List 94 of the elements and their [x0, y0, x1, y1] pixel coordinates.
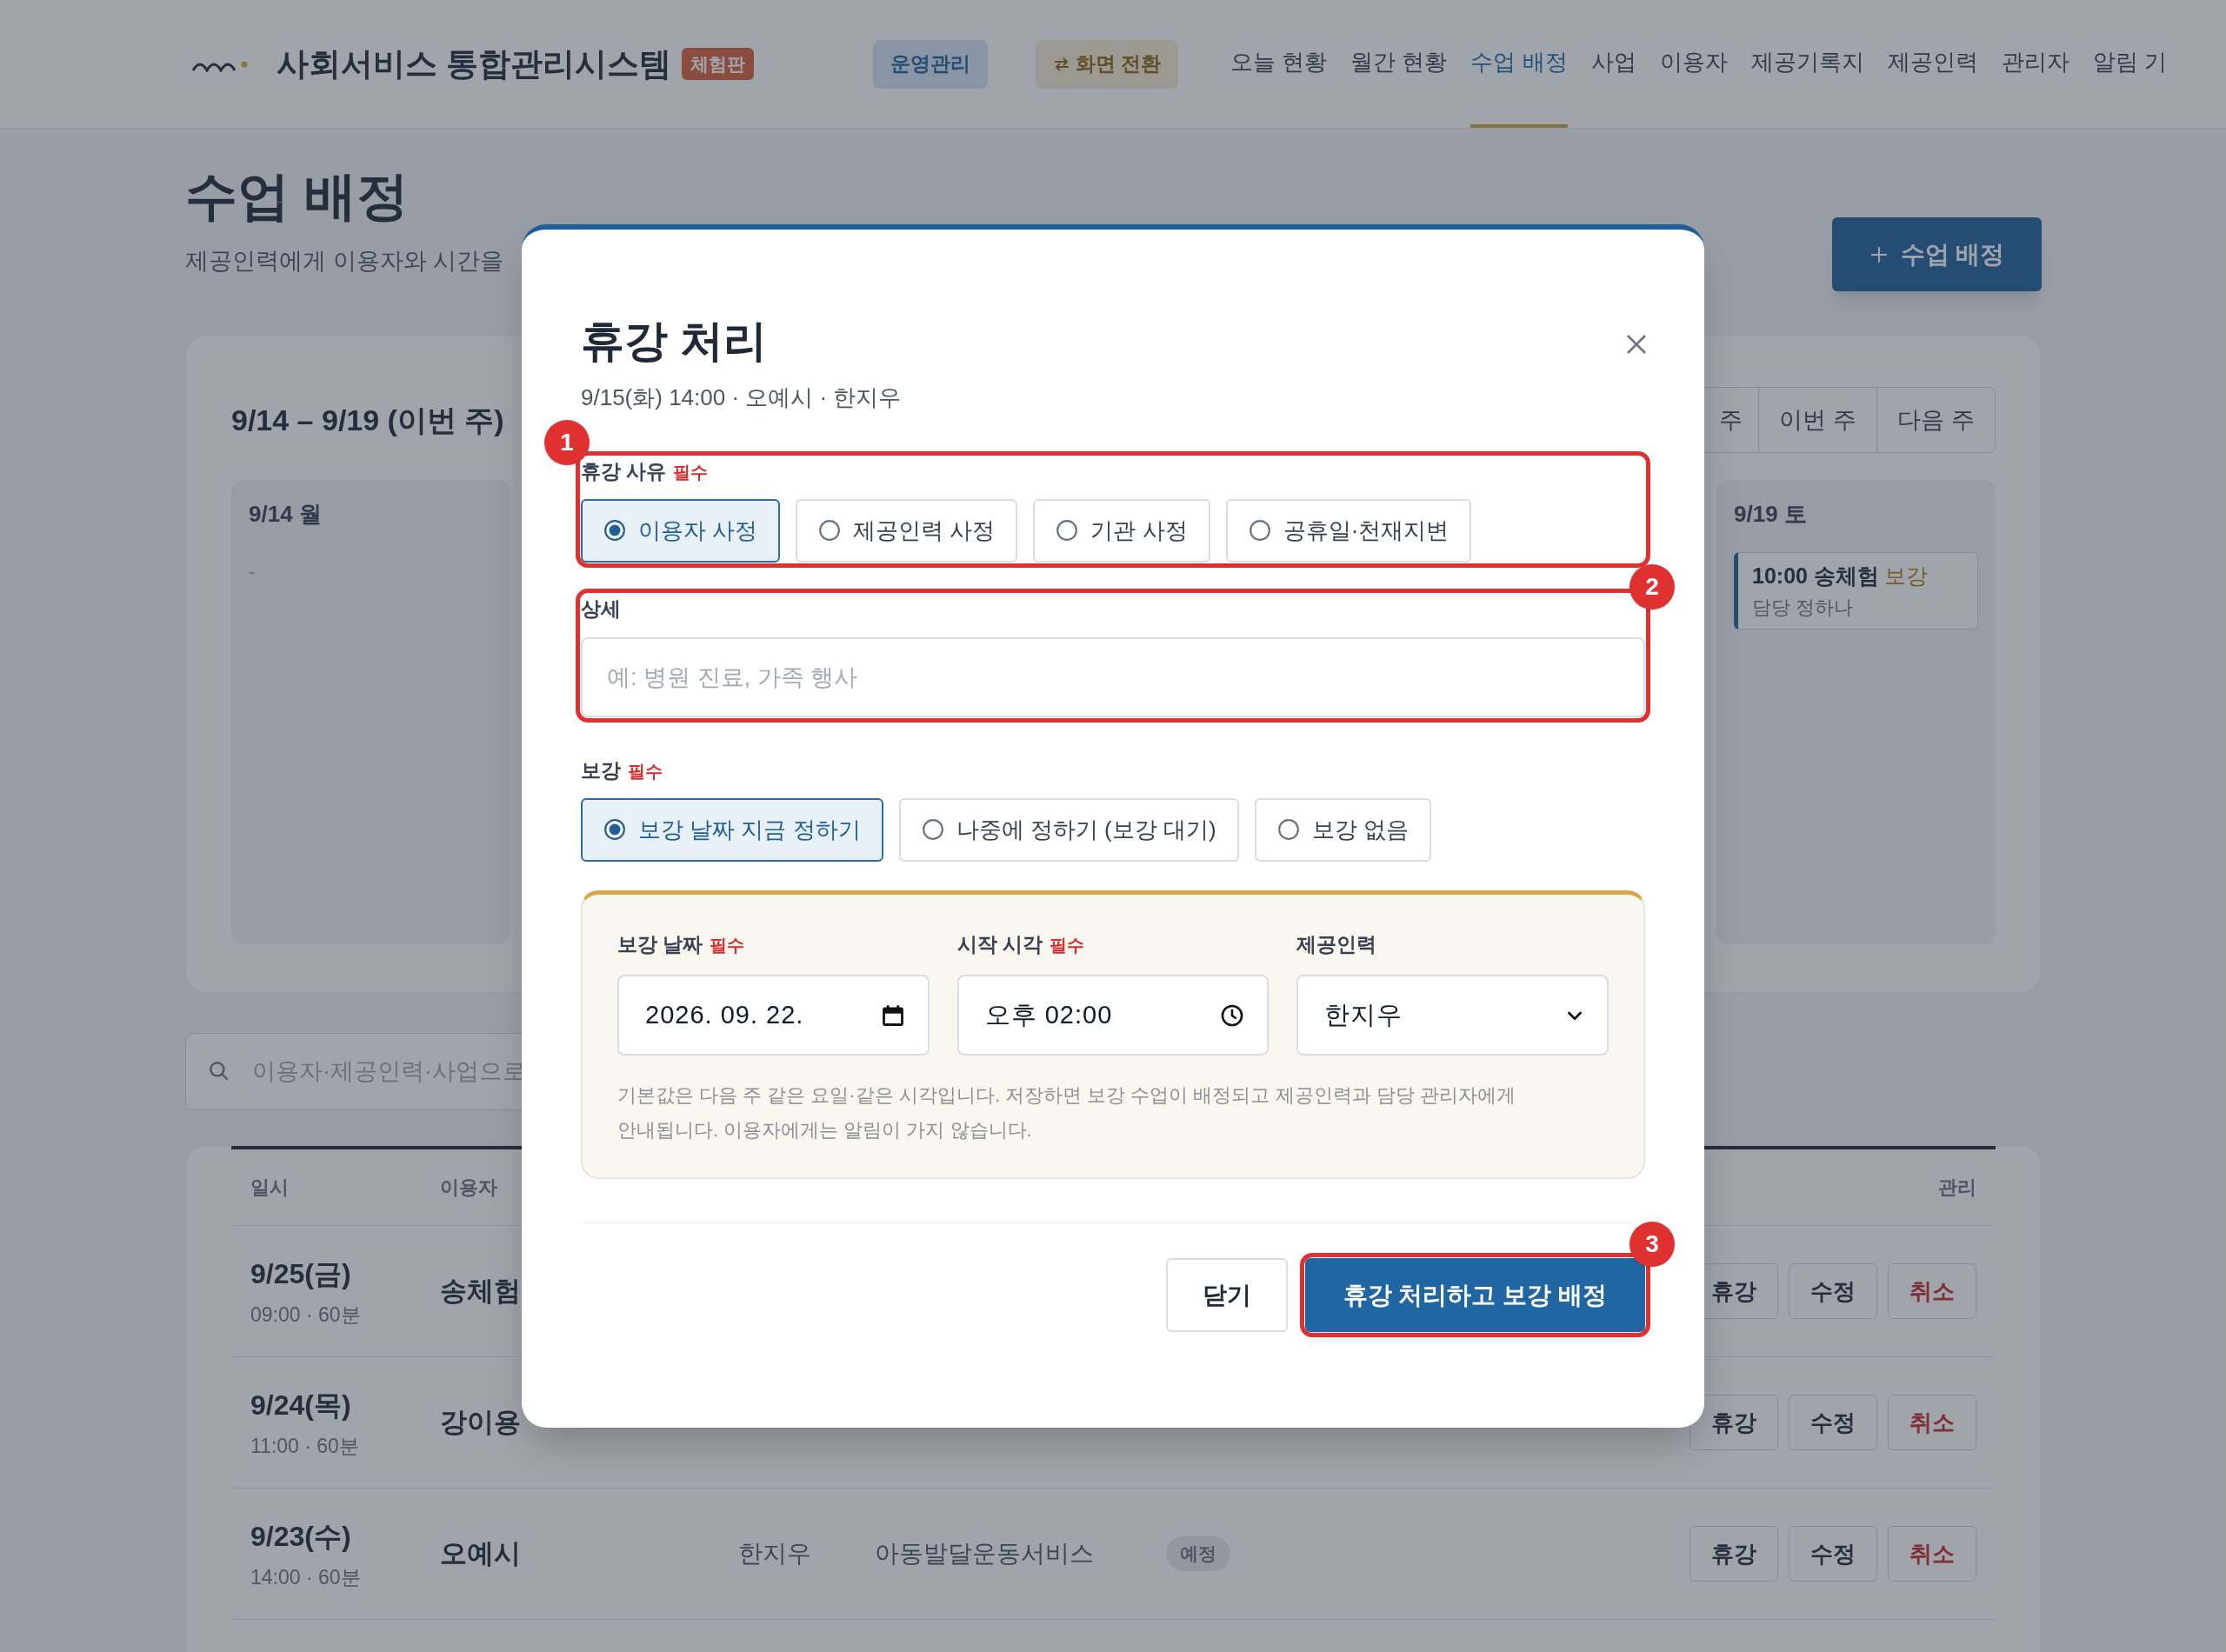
radio-label: 공휴일·천재지변	[1283, 516, 1450, 545]
event-staff: 담당 정하나	[1752, 595, 1855, 620]
day-label: 9/14 월	[249, 500, 323, 529]
radio-label: 이용자 사정	[638, 516, 758, 545]
required-mark: 필수	[673, 462, 709, 483]
radio-option[interactable]: 나중에 정하기 (보강 대기)	[898, 797, 1239, 862]
empty-mark: -	[249, 560, 257, 584]
row-action-button[interactable]: 휴강	[1689, 1395, 1778, 1450]
event-card[interactable]: 10:00 송체험 보강 담당 정하나	[1734, 552, 1978, 629]
user-cell-text: 송체험	[440, 1274, 522, 1308]
column-header: 이용자	[440, 1176, 498, 1200]
radio-icon	[1276, 818, 1300, 841]
dialog-title: 휴강 처리	[581, 316, 767, 367]
week-nav-button[interactable]: 다음 주	[1876, 387, 1996, 453]
field-label: 시작 시각	[956, 931, 1043, 957]
radio-label: 나중에 정하기 (보강 대기)	[956, 815, 1216, 844]
radio-icon	[921, 818, 944, 841]
row-action-button[interactable]: 취소	[1888, 1263, 1976, 1319]
radio-option[interactable]: 보강 날짜 지금 정하기	[581, 797, 883, 862]
dialog-subtitle: 9/15(화) 14:00 · 오예시 · 한지우	[581, 383, 903, 412]
radio-option[interactable]: 공휴일·천재지변	[1225, 498, 1472, 563]
row-action-button[interactable]: 취소	[1888, 1395, 1976, 1450]
radio-icon	[603, 519, 626, 542]
time-cell-text: 11:00 · 60분	[250, 1433, 360, 1459]
page-title: 수업 배정	[185, 166, 410, 227]
time-cell-text: 09:00 · 60분	[250, 1302, 362, 1328]
row-action-button[interactable]: 수정	[1789, 1395, 1877, 1450]
radio-icon	[818, 519, 842, 542]
radio-option[interactable]: 보강 없음	[1254, 797, 1431, 862]
field-label: 보강	[581, 758, 621, 783]
time-input[interactable]: 오후 02:00	[956, 975, 1270, 1056]
field-label: 보강 날짜	[617, 931, 703, 957]
submit-button[interactable]: 휴강 처리하고 보강 배정	[1304, 1258, 1645, 1332]
switch-view-button[interactable]: 화면 전환	[1035, 39, 1178, 89]
radio-option[interactable]: 제공인력 사정	[796, 498, 1018, 563]
event-tag: 보강	[1883, 560, 1928, 593]
row-action-button[interactable]: 수정	[1789, 1526, 1877, 1582]
add-class-button[interactable]: 수업 배정	[1832, 217, 2042, 291]
provider-select[interactable]: 한지우	[1296, 975, 1609, 1056]
radio-option[interactable]: 이용자 사정	[581, 498, 781, 563]
search-icon	[208, 1060, 230, 1082]
radio-icon	[1056, 519, 1079, 542]
date-cell-text: 9/23(수)	[250, 1519, 352, 1554]
nav-tab[interactable]: 사업	[1590, 0, 1636, 128]
radio-label: 기관 사정	[1090, 516, 1188, 545]
edition-badge: 체험판	[682, 47, 755, 81]
field-label: 상세	[581, 596, 621, 622]
mode-button[interactable]: 운영관리	[872, 39, 988, 89]
radio-label: 보강 없음	[1311, 815, 1409, 844]
required-mark: 필수	[1050, 934, 1085, 956]
row-action-button[interactable]: 휴강	[1689, 1526, 1778, 1582]
week-title: 9/14 – 9/19 (이번 주)	[231, 402, 504, 438]
status-badge: 예정	[1166, 1536, 1230, 1571]
plus-icon	[1869, 244, 1889, 264]
nav-tab[interactable]: 제공기록지	[1750, 0, 1864, 128]
provider-cell-text: 한지우	[738, 1539, 812, 1569]
nav-tab[interactable]: 월간 현황	[1350, 0, 1448, 128]
row-action-button[interactable]: 취소	[1888, 1526, 1976, 1582]
radio-icon	[603, 818, 626, 841]
user-cell-text: 오예시	[440, 1536, 522, 1570]
column-header: 일시	[250, 1176, 290, 1200]
radio-label: 보강 날짜 지금 정하기	[638, 815, 861, 844]
radio-option[interactable]: 기관 사정	[1033, 498, 1210, 563]
nav-tab[interactable]: 이용자	[1659, 0, 1728, 128]
detail-input[interactable]: 예: 병원 진료, 가족 행사	[581, 637, 1645, 717]
close-dialog-button[interactable]: 닫기	[1165, 1258, 1288, 1332]
nav-tab[interactable]: 알림 기	[2092, 0, 2167, 128]
app-title: 사회서비스 통합관리시스템	[277, 44, 672, 83]
nav-tab[interactable]: 수업 배정	[1470, 0, 1568, 128]
page-subtitle: 제공인력에게 이용자와 시간을	[185, 247, 503, 276]
required-mark: 필수	[628, 761, 663, 783]
row-action-button[interactable]: 수정	[1789, 1263, 1877, 1319]
clock-icon	[1220, 1003, 1245, 1028]
date-cell-text: 9/25(금)	[250, 1256, 352, 1291]
annotation-badge: 3	[1630, 1222, 1675, 1267]
service-cell-text: 아동발달운동서비스	[875, 1539, 1095, 1569]
radio-icon	[1248, 519, 1271, 542]
day-label: 9/19 토	[1734, 500, 1808, 529]
date-cell-text: 9/24(목)	[250, 1388, 352, 1422]
date-input[interactable]: 2026. 09. 22.	[617, 975, 930, 1056]
radio-label: 제공인력 사정	[853, 516, 996, 545]
swap-icon	[1052, 57, 1070, 71]
column-header: 관리	[1938, 1176, 1976, 1200]
nav-tab[interactable]: 관리자	[2001, 0, 2069, 128]
annotation-badge: 2	[1630, 563, 1675, 610]
event-title: 10:00 송체험	[1752, 563, 1879, 590]
field-label: 제공인력	[1296, 931, 1377, 957]
nav-tab[interactable]: 오늘 현황	[1230, 0, 1328, 128]
time-cell-text: 14:00 · 60분	[250, 1564, 362, 1590]
nav-tab[interactable]: 제공인력	[1887, 0, 1978, 128]
week-nav-button[interactable]: 이번 주	[1758, 387, 1877, 453]
user-cell-text: 강이용	[440, 1405, 522, 1439]
required-mark: 필수	[710, 934, 745, 956]
calendar-icon	[880, 1003, 905, 1028]
